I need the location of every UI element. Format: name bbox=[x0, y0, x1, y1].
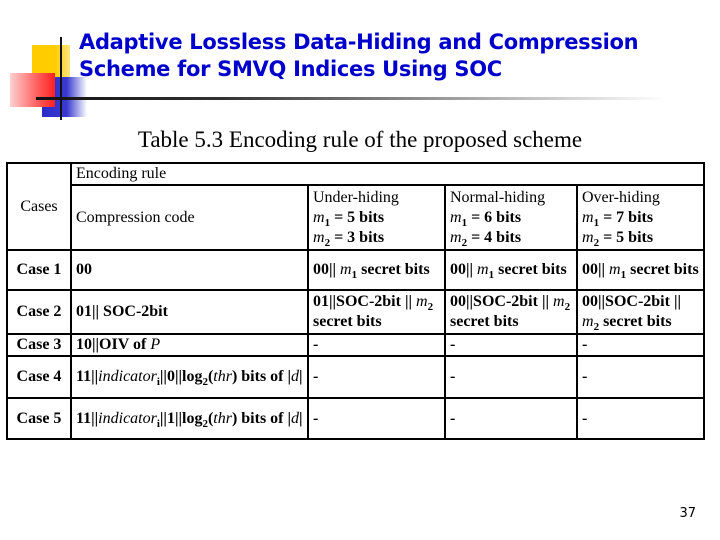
table-row: Case 5 11||indicatori||1||log2(thr) bits… bbox=[6, 397, 706, 440]
table-row: Case 2 01|| SOC-2bit 01||SOC-2bit || m2 … bbox=[6, 289, 706, 335]
under-hiding-cell: - bbox=[307, 397, 446, 440]
m1-bits: m1 = 5 bits bbox=[313, 208, 385, 229]
title-underline bbox=[36, 97, 666, 100]
m1-bits: m1 = 6 bits bbox=[450, 208, 522, 229]
normal-hiding-cell: 00||SOC-2bit || m2 secret bits bbox=[444, 289, 578, 335]
case-label: Case 2 bbox=[6, 289, 72, 335]
over-hiding-cell: 00|| m1 secret bits bbox=[575, 249, 706, 291]
compression-code: 10||OIV of P bbox=[70, 333, 309, 357]
slide-title-line-1: Adaptive Lossless Data-Hiding and Compre… bbox=[79, 30, 639, 54]
case-label: Case 3 bbox=[6, 333, 72, 357]
table-row: Case 3 10||OIV of P - - - bbox=[6, 333, 706, 357]
compression-code: 11||indicatori||1||log2(thr) bits of |d| bbox=[70, 397, 309, 440]
page-number: 37 bbox=[679, 506, 696, 521]
over-hiding-header: Over-hiding m1 = 7 bits m2 = 5 bits bbox=[575, 184, 706, 251]
m2-bits: m2 = 4 bits bbox=[450, 228, 522, 249]
mode-name: Under-hiding bbox=[313, 188, 399, 206]
under-hiding-cell: - bbox=[307, 333, 446, 357]
table-header-row: Compression code Under-hiding m1 = 5 bit… bbox=[7, 184, 706, 251]
slide-title: Adaptive Lossless Data-Hiding and Compre… bbox=[79, 29, 699, 83]
normal-hiding-cell: 00|| m1 secret bits bbox=[444, 249, 578, 291]
under-hiding-cell: 01||SOC-2bit || m2 secret bits bbox=[307, 289, 446, 335]
logo-vertical-line bbox=[60, 37, 62, 120]
table-group-header-row: Cases Encoding rule bbox=[6, 162, 706, 251]
under-hiding-cell: - bbox=[307, 355, 446, 399]
m1-bits: m1 = 7 bits bbox=[582, 208, 654, 229]
table-caption: Table 5.3 Encoding rule of the proposed … bbox=[137, 127, 583, 152]
table-row: Case 1 00 00|| m1 secret bits 00|| m1 se… bbox=[6, 249, 706, 291]
under-hiding-cell: 00|| m1 secret bits bbox=[307, 249, 446, 291]
case-label: Case 5 bbox=[6, 397, 72, 440]
compression-code: 11||indicatori||0||log2(thr) bits of |d| bbox=[70, 355, 309, 399]
logo-red-square bbox=[10, 73, 55, 107]
normal-hiding-cell: - bbox=[444, 355, 578, 399]
normal-hiding-cell: - bbox=[444, 333, 578, 357]
mode-name: Over-hiding bbox=[582, 188, 660, 206]
mode-name: Normal-hiding bbox=[450, 188, 546, 206]
over-hiding-cell: 00||SOC-2bit || m2 secret bits bbox=[575, 289, 706, 335]
slide-title-line-2: Scheme for SMVQ Indices Using SOC bbox=[79, 57, 502, 81]
over-hiding-cell: - bbox=[575, 333, 706, 357]
over-hiding-cell: - bbox=[575, 355, 706, 399]
cases-header: Cases bbox=[6, 162, 72, 251]
under-hiding-header: Under-hiding m1 = 5 bits m2 = 3 bits bbox=[307, 184, 446, 251]
table-row: Case 4 11||indicatori||0||log2(thr) bits… bbox=[6, 355, 706, 399]
encoding-rule-header: Encoding rule bbox=[69, 162, 706, 186]
case-label: Case 1 bbox=[6, 249, 72, 291]
compression-code: 01|| SOC-2bit bbox=[70, 289, 309, 335]
compression-code: 00 bbox=[70, 249, 309, 291]
encoding-rule-table: Cases Encoding rule Compression code Und… bbox=[6, 162, 706, 440]
compression-code-header: Compression code bbox=[70, 184, 309, 251]
normal-hiding-cell: - bbox=[444, 397, 578, 440]
normal-hiding-header: Normal-hiding m1 = 6 bits m2 = 4 bits bbox=[444, 184, 578, 251]
m2-bits: m2 = 3 bits bbox=[313, 228, 385, 249]
m2-bits: m2 = 5 bits bbox=[582, 228, 654, 249]
case-label: Case 4 bbox=[6, 355, 72, 399]
over-hiding-cell: - bbox=[575, 397, 706, 440]
